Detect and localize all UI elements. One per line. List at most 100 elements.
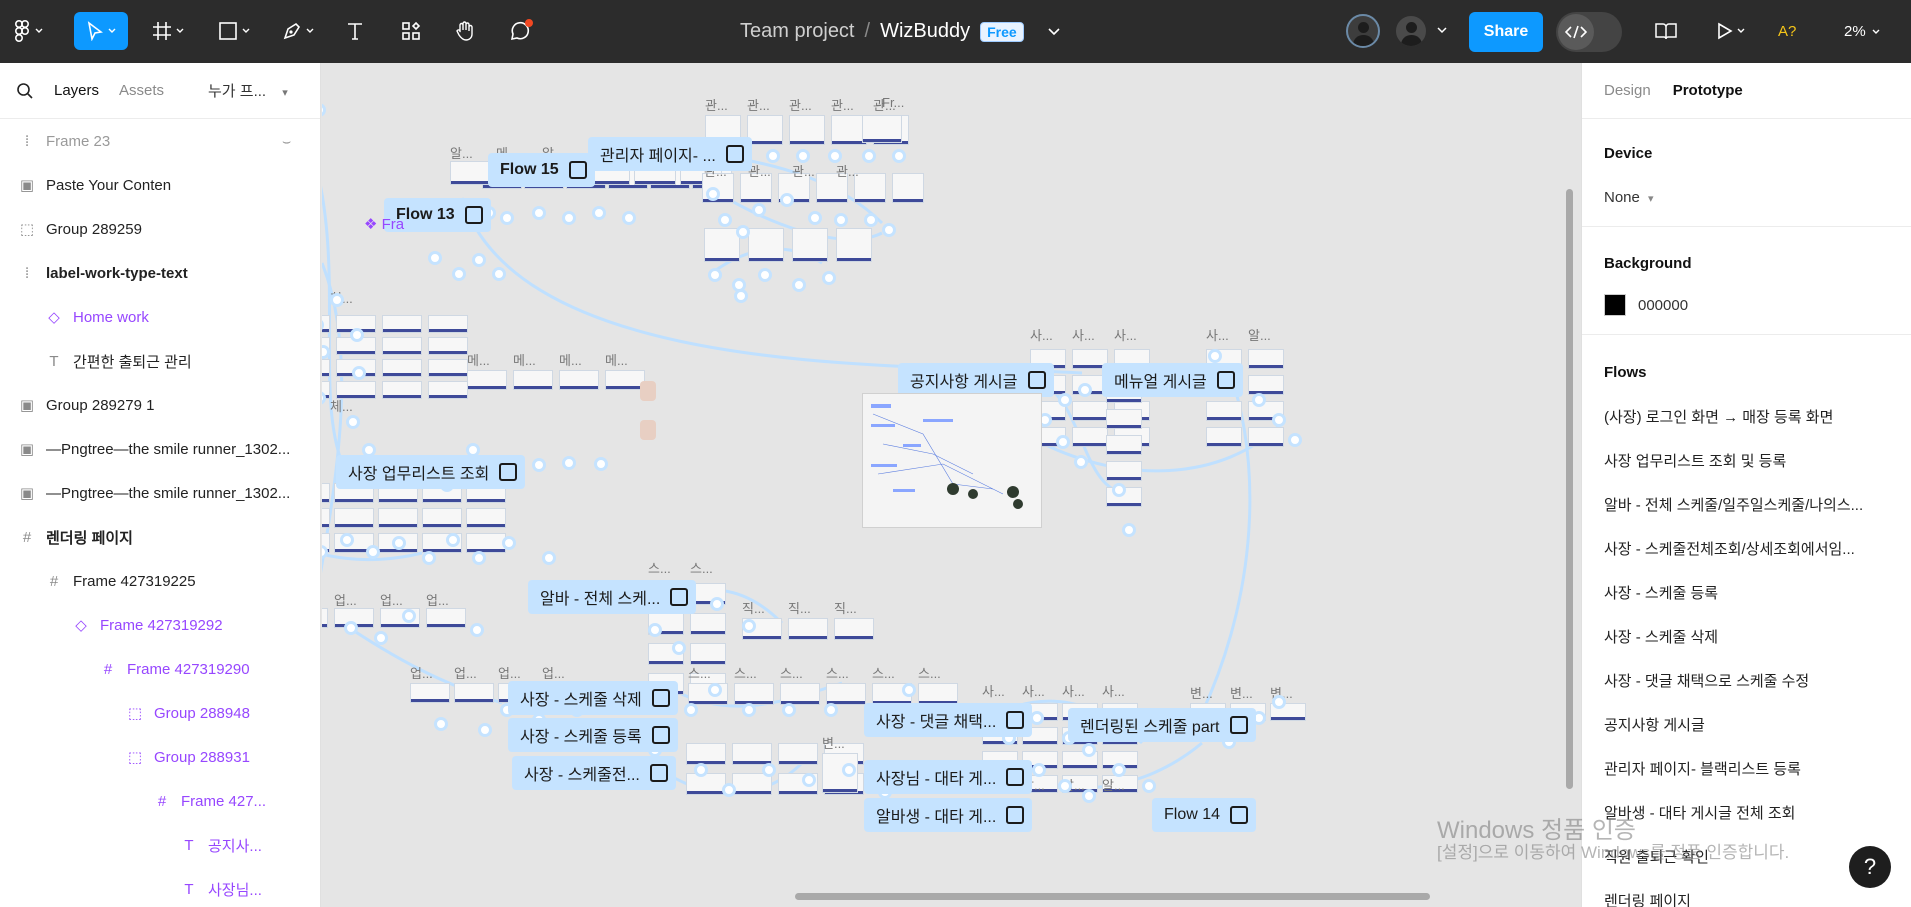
connection-node[interactable] <box>1112 763 1126 777</box>
frame-thumbnail[interactable] <box>686 743 726 765</box>
flow-label[interactable]: 관리자 페이지- ... <box>588 137 752 171</box>
connection-node[interactable] <box>796 149 810 163</box>
flow-label[interactable]: 사장 - 스케줄 등록 <box>508 718 678 752</box>
connection-node[interactable] <box>758 268 772 282</box>
frame-thumbnail[interactable] <box>466 508 506 528</box>
plan-badge[interactable]: Free <box>980 21 1024 42</box>
connection-node[interactable] <box>722 783 736 797</box>
frame-thumbnail[interactable] <box>1072 401 1108 421</box>
flow-item[interactable]: 렌더링 페이지 <box>1604 890 1904 907</box>
hand-tool-button[interactable] <box>448 12 482 50</box>
frame-thumbnail[interactable] <box>780 683 820 705</box>
layer-row[interactable]: T 공지사... <box>0 823 320 867</box>
flow-item[interactable]: 공지사항 게시글 <box>1604 714 1904 735</box>
connection-node[interactable] <box>492 267 506 281</box>
frame-thumbnail[interactable] <box>1106 409 1142 429</box>
frame-thumbnail[interactable] <box>686 773 726 795</box>
frame-thumbnail[interactable] <box>789 115 825 145</box>
flow-label[interactable]: 렌더링된 스케줄 part <box>1068 708 1256 742</box>
page-selector[interactable]: 누가 프... ▾ <box>208 80 288 101</box>
connection-node[interactable] <box>882 223 896 237</box>
connection-node[interactable] <box>374 631 388 645</box>
connection-node[interactable] <box>1056 435 1070 449</box>
connection-node[interactable] <box>1288 433 1302 447</box>
frame-thumbnail[interactable] <box>382 381 422 399</box>
connection-node[interactable] <box>392 536 406 550</box>
horizontal-scrollbar[interactable] <box>795 893 1430 900</box>
frame-thumbnail[interactable] <box>322 483 330 503</box>
person-image[interactable] <box>640 381 656 401</box>
connection-node[interactable] <box>562 211 576 225</box>
connection-node[interactable] <box>592 206 606 220</box>
layer-row[interactable]: # 렌더링 페이지 <box>0 515 320 559</box>
connection-node[interactable] <box>892 149 906 163</box>
flow-item[interactable]: 알바 - 전체 스케줄/일주일스케줄/나의스... <box>1604 494 1904 515</box>
frame-thumbnail[interactable] <box>836 228 872 262</box>
dev-mode-toggle[interactable] <box>1556 12 1622 52</box>
person-image[interactable] <box>640 420 656 440</box>
connection-node[interactable] <box>648 623 662 637</box>
connection-node[interactable] <box>766 149 780 163</box>
frame-thumbnail[interactable] <box>454 683 494 703</box>
resources-button[interactable] <box>394 12 428 50</box>
connection-node[interactable] <box>828 149 842 163</box>
connection-node[interactable] <box>742 703 756 717</box>
chevron-down-icon[interactable] <box>1048 27 1060 36</box>
frame-thumbnail[interactable] <box>826 683 866 705</box>
connection-node[interactable] <box>1082 789 1096 803</box>
flow-label[interactable]: 알바 - 전체 스케... <box>528 580 697 614</box>
frame-thumbnail[interactable] <box>1106 461 1142 481</box>
search-icon[interactable] <box>16 82 34 100</box>
connection-node[interactable] <box>594 457 608 471</box>
layer-row[interactable]: T 사장님... <box>0 867 320 907</box>
missing-fonts-indicator[interactable]: A? <box>1778 0 1796 63</box>
flow-label[interactable]: 사장 - 스케줄전... <box>512 756 676 790</box>
background-color-value[interactable]: 000000 <box>1638 297 1688 314</box>
connection-node[interactable] <box>346 415 360 429</box>
connection-node[interactable] <box>366 545 380 559</box>
connection-node[interactable] <box>1272 695 1286 709</box>
connection-node[interactable] <box>822 271 836 285</box>
frame-thumbnail[interactable] <box>426 608 466 628</box>
zoom-level[interactable]: 2% <box>1844 0 1880 63</box>
connection-node[interactable] <box>1058 779 1072 793</box>
connection-node[interactable] <box>1208 349 1222 363</box>
layer-row[interactable]: ▣ Group 289279 1 <box>0 383 320 427</box>
frame-thumbnail[interactable] <box>322 608 328 628</box>
share-button[interactable]: Share <box>1469 12 1543 52</box>
connection-node[interactable] <box>472 551 486 565</box>
connection-node[interactable] <box>532 206 546 220</box>
help-button[interactable]: ? <box>1849 846 1891 888</box>
layer-row[interactable]: ⬚ Group 288931 <box>0 735 320 779</box>
frame-thumbnail[interactable] <box>422 508 462 528</box>
frame-thumbnail[interactable] <box>467 370 507 390</box>
team-name[interactable]: Team project <box>740 20 855 43</box>
flow-label[interactable]: 사장 업무리스트 조회 <box>336 455 526 489</box>
connection-node[interactable] <box>622 211 636 225</box>
figma-menu-button[interactable] <box>8 12 50 50</box>
connection-node[interactable] <box>834 213 848 227</box>
connection-node[interactable] <box>352 366 366 380</box>
flow-label[interactable]: 공지사항 게시글 <box>898 363 1054 397</box>
frame-thumbnail[interactable] <box>862 115 902 143</box>
connection-node[interactable] <box>742 619 756 633</box>
connection-node[interactable] <box>1078 383 1092 397</box>
connection-node[interactable] <box>500 211 514 225</box>
comment-button[interactable] <box>502 12 540 50</box>
flow-label[interactable]: 사장 - 스케줄 삭제 <box>508 681 678 715</box>
frame-thumbnail[interactable] <box>1248 349 1284 369</box>
connection-node[interactable] <box>762 763 776 777</box>
frame-thumbnail[interactable] <box>322 359 330 377</box>
flow-item[interactable]: 사장 - 댓글 채택으로 스케줄 수정 <box>1604 670 1904 691</box>
frame-thumbnail[interactable] <box>748 228 784 262</box>
connection-node[interactable] <box>1032 763 1046 777</box>
move-tool-button[interactable] <box>74 12 128 50</box>
connection-node[interactable] <box>330 293 344 307</box>
connection-node[interactable] <box>1082 743 1096 757</box>
connection-node[interactable] <box>710 597 724 611</box>
frame-thumbnail[interactable] <box>382 359 422 377</box>
frame-thumbnail[interactable] <box>410 683 450 703</box>
frame-thumbnail[interactable] <box>428 359 468 377</box>
frame-thumbnail[interactable] <box>704 228 740 262</box>
shape-tool-button[interactable] <box>210 12 258 50</box>
